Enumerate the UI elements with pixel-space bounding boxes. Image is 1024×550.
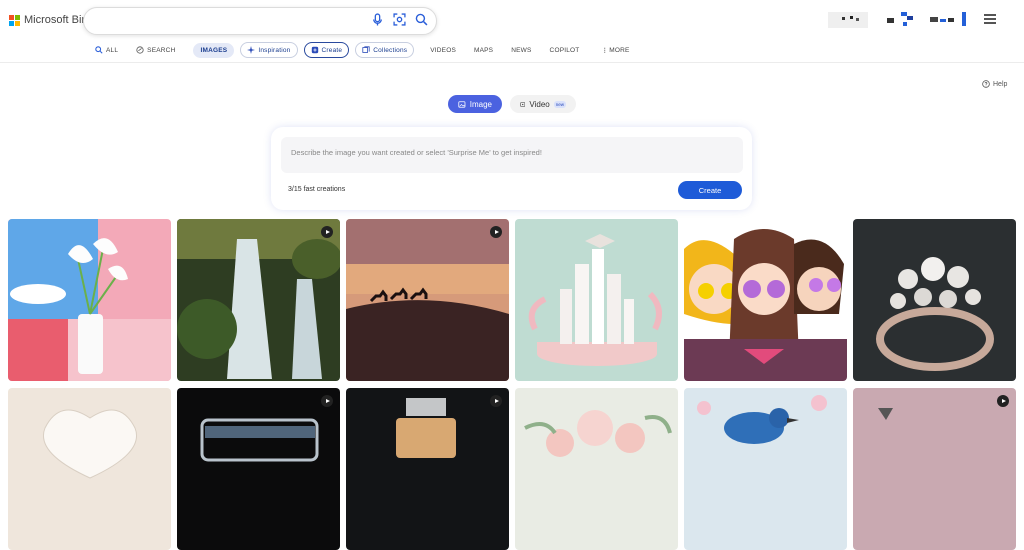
- nav-videos[interactable]: VIDEOS: [430, 47, 456, 54]
- nav-all[interactable]: ALL: [95, 46, 118, 54]
- gallery-image-white-heart[interactable]: [8, 388, 171, 550]
- image-mode-button[interactable]: Image: [448, 95, 502, 113]
- nav-create[interactable]: Create: [303, 42, 350, 58]
- copilot-icon: [136, 46, 144, 54]
- image-creator-panel: Describe the image you want created or s…: [271, 127, 752, 210]
- more-icon: ⁝: [603, 45, 607, 55]
- gallery-video-glass-jar[interactable]: [177, 388, 340, 550]
- gallery-video-desert-camels[interactable]: [346, 219, 509, 381]
- gallery-video-perfume[interactable]: [346, 388, 509, 550]
- fast-creations-counter: 3/15 fast creations: [288, 186, 346, 193]
- rewards-badge[interactable]: [828, 12, 868, 28]
- sparkle-icon: [247, 46, 256, 54]
- nav-search[interactable]: SEARCH: [136, 46, 175, 54]
- image-icon: [458, 100, 466, 108]
- gallery-image-paper-flowers[interactable]: [515, 388, 678, 550]
- create-icon: [311, 46, 318, 54]
- new-badge: new: [553, 100, 566, 108]
- scope-nav: ALL SEARCH IMAGES Inspiration Create Col…: [95, 42, 648, 58]
- nav-images[interactable]: IMAGES: [193, 42, 235, 58]
- search-icon: [95, 46, 103, 54]
- nav-copilot[interactable]: COPILOT: [550, 47, 580, 54]
- microsoft-logo-icon: [9, 14, 20, 26]
- nav-inspiration[interactable]: Inspiration: [240, 42, 298, 58]
- profile-avatar[interactable]: [930, 12, 970, 28]
- video-play-icon: [997, 395, 1009, 407]
- points-icon[interactable]: [887, 12, 917, 28]
- nav-collections[interactable]: Collections: [355, 42, 415, 58]
- prompt-input[interactable]: Describe the image you want created or s…: [281, 137, 743, 173]
- video-icon: [520, 101, 526, 107]
- video-play-icon: [490, 395, 502, 407]
- gallery-image-bluebird[interactable]: [684, 388, 847, 550]
- help-icon: [982, 80, 990, 88]
- nav-maps[interactable]: MAPS: [474, 47, 493, 54]
- search-icon[interactable]: [415, 13, 428, 26]
- gallery-video-waterfall[interactable]: [177, 219, 340, 381]
- video-play-icon: [321, 395, 333, 407]
- video-play-icon: [321, 226, 333, 238]
- help-link[interactable]: Help: [982, 80, 1007, 88]
- gallery-image-graduation-city[interactable]: [515, 219, 678, 381]
- gallery-video-floating-island[interactable]: [853, 388, 1016, 550]
- microphone-icon[interactable]: [371, 13, 384, 26]
- gallery-image-pearl-ring[interactable]: [853, 219, 1016, 381]
- gallery-image-calla-lily[interactable]: [8, 219, 171, 381]
- header: Microsoft Bing ALL SEARCH IMAGES Inspira…: [0, 0, 1024, 63]
- nav-news[interactable]: NEWS: [511, 47, 531, 54]
- video-mode-button[interactable]: Video new: [510, 95, 576, 113]
- hamburger-menu-icon[interactable]: [984, 14, 996, 24]
- search-input[interactable]: [83, 7, 437, 35]
- nav-more[interactable]: ⁝ MORE: [603, 46, 629, 55]
- collections-icon: [362, 46, 370, 53]
- create-button[interactable]: Create: [678, 181, 742, 199]
- gallery-image-anime-friends[interactable]: [684, 219, 847, 381]
- video-play-icon: [490, 226, 502, 238]
- bing-logo[interactable]: Microsoft Bing: [9, 14, 94, 26]
- visual-search-icon[interactable]: [393, 13, 406, 26]
